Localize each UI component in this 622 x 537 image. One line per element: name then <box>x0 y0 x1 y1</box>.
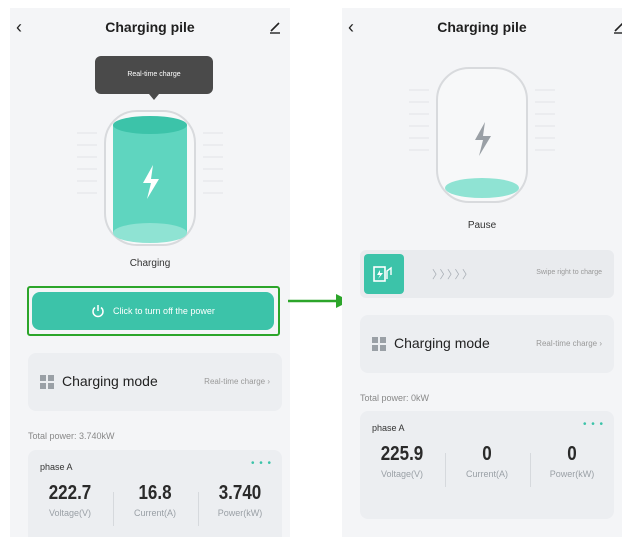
header: ‹ Charging pile <box>10 8 290 50</box>
grid-icon <box>372 337 386 351</box>
chevron-right-icon: › <box>267 377 270 386</box>
charging-screen-paused: ‹ Charging pile Pause 〉〉〉〉〉 Swipe right … <box>342 8 622 537</box>
swipe-to-charge-slider[interactable]: 〉〉〉〉〉 Swipe right to charge <box>360 250 614 298</box>
power-metric: 3.740 Power(kW) <box>198 482 282 518</box>
header: ‹ Charging pile <box>342 8 622 50</box>
voltage-label: Voltage(V) <box>48 508 92 518</box>
page-title: Charging pile <box>105 19 195 35</box>
power-value: 0 <box>567 443 577 465</box>
current-value: 16.8 <box>138 482 172 504</box>
charging-pile-illustration <box>342 60 622 210</box>
power-value: 3.740 <box>218 482 262 504</box>
current-metric: 16.8 Current(A) <box>113 482 197 518</box>
chevron-right-icon: › <box>599 339 602 348</box>
edit-icon[interactable] <box>268 20 282 34</box>
phase-card: phase A • • • 225.9 Voltage(V) 0 Current… <box>360 411 614 519</box>
current-metric: 0 Current(A) <box>445 443 529 479</box>
phase-card: phase A • • • 222.7 Voltage(V) 16.8 Curr… <box>28 450 282 537</box>
edit-icon[interactable] <box>612 20 622 34</box>
charging-mode-value: Real-time charge › <box>536 339 602 348</box>
power-icon <box>92 305 104 318</box>
grid-icon <box>40 375 54 389</box>
charging-mode-label: Charging mode <box>62 373 158 389</box>
phase-label: phase A <box>372 423 405 433</box>
voltage-value: 222.7 <box>48 482 92 504</box>
swipe-handle[interactable] <box>364 254 404 294</box>
status-text: Charging <box>129 258 171 269</box>
current-label: Current(A) <box>133 508 176 518</box>
transition-arrow-icon <box>288 294 350 308</box>
charging-mode-card[interactable]: Charging mode Real-time charge › <box>28 353 282 411</box>
swipe-instruction: Swipe right to charge <box>536 269 602 276</box>
page-title: Charging pile <box>437 19 527 35</box>
charging-mode-value: Real-time charge › <box>204 377 270 386</box>
voltage-label: Voltage(V) <box>380 469 424 479</box>
power-button-label: Click to turn off the power <box>113 306 215 316</box>
realtime-charge-tooltip: Real-time charge <box>95 56 213 100</box>
voltage-metric: 225.9 Voltage(V) <box>360 443 444 479</box>
voltage-metric: 222.7 Voltage(V) <box>28 482 112 518</box>
power-metric: 0 Power(kW) <box>530 443 614 479</box>
charging-screen-active: ‹ Charging pile Real-time charge Chargin… <box>10 8 290 537</box>
voltage-value: 225.9 <box>380 443 424 465</box>
power-label: Power(kW) <box>217 508 263 518</box>
charging-mode-card[interactable]: Charging mode Real-time charge › <box>360 315 614 373</box>
charging-pile-illustration <box>10 103 290 253</box>
total-power: Total power: 0kW <box>360 393 430 403</box>
charging-mode-label: Charging mode <box>394 335 490 351</box>
status-text: Pause <box>467 220 497 231</box>
more-icon[interactable]: • • • <box>251 458 272 469</box>
charger-icon <box>373 266 392 282</box>
current-value: 0 <box>482 443 492 465</box>
phase-label: phase A <box>40 462 73 472</box>
turn-off-power-button[interactable]: Click to turn off the power <box>32 292 274 330</box>
current-label: Current(A) <box>465 469 508 479</box>
power-label: Power(kW) <box>549 469 595 479</box>
more-icon[interactable]: • • • <box>583 419 604 430</box>
swipe-arrows-icon: 〉〉〉〉〉 <box>432 269 475 281</box>
total-power: Total power: 3.740kW <box>28 431 115 441</box>
